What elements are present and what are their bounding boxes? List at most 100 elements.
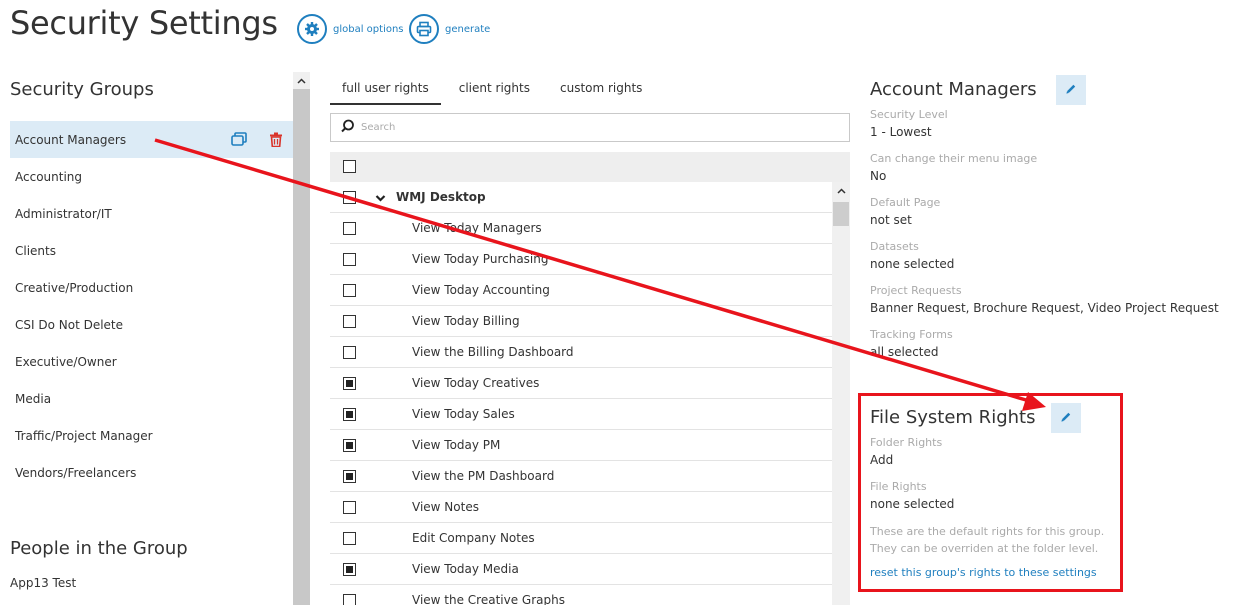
edit-account-button[interactable] xyxy=(1056,75,1086,105)
right-label: View Today PM xyxy=(412,438,501,452)
right-checkbox[interactable] xyxy=(343,532,356,545)
right-checkbox[interactable] xyxy=(343,284,356,297)
group-item-label: Accounting xyxy=(15,169,83,184)
account-panel-title: Account Managers xyxy=(870,79,1037,100)
file-rights-note: These are the default rights for this gr… xyxy=(870,523,1120,557)
right-label: View Today Purchasing xyxy=(412,252,549,266)
people-heading: People in the Group xyxy=(10,538,188,559)
right-checkbox[interactable] xyxy=(343,346,356,359)
right-checkbox[interactable] xyxy=(343,222,356,235)
copy-icon[interactable] xyxy=(231,132,247,150)
security-level-label: Security Level xyxy=(870,108,948,121)
group-item-administrator-it[interactable]: Administrator/IT xyxy=(10,195,293,232)
file-rights-value: none selected xyxy=(870,497,955,511)
group-item-label: CSI Do Not Delete xyxy=(15,317,124,332)
group-item-csi-do-not-delete[interactable]: CSI Do Not Delete xyxy=(10,306,293,343)
rights-tabs: full user rights client rights custom ri… xyxy=(330,78,654,105)
right-label: View Today Managers xyxy=(412,221,542,235)
default-page-value: not set xyxy=(870,213,912,227)
right-checkbox[interactable] xyxy=(343,594,356,605)
folder-rights-label: Folder Rights xyxy=(870,436,943,449)
right-row[interactable]: View Notes xyxy=(330,492,832,523)
pencil-icon xyxy=(1065,83,1077,98)
search-icon xyxy=(341,119,355,136)
right-label: View Today Creatives xyxy=(412,376,540,390)
trash-icon[interactable] xyxy=(269,132,283,150)
page-title: Security Settings xyxy=(10,4,278,42)
right-row[interactable]: View the Creative Graphs xyxy=(330,585,832,605)
group-item-label: Account Managers xyxy=(15,132,127,147)
search-input[interactable] xyxy=(361,122,821,133)
person-item[interactable]: App13 Test xyxy=(10,576,76,590)
right-checkbox[interactable] xyxy=(343,315,356,328)
rights-list: WMJ Desktop View Today Managers View Toda… xyxy=(330,182,832,605)
right-label: View Today Media xyxy=(412,562,519,576)
right-checkbox[interactable] xyxy=(343,501,356,514)
global-options-button[interactable]: global options xyxy=(297,14,404,44)
right-label: View the Creative Graphs xyxy=(412,593,565,605)
tab-client-rights[interactable]: client rights xyxy=(447,78,542,105)
group-item-vendors-freelancers[interactable]: Vendors/Freelancers xyxy=(10,454,293,491)
project-requests-value: Banner Request, Brochure Request, Video … xyxy=(870,301,1219,315)
groups-scrollbar[interactable] xyxy=(293,72,310,605)
note-line: They can be overriden at the folder leve… xyxy=(870,542,1099,555)
right-checkbox[interactable] xyxy=(343,470,356,483)
right-row[interactable]: View Today Creatives xyxy=(330,368,832,399)
menu-image-label: Can change their menu image xyxy=(870,152,1038,165)
right-label: View Notes xyxy=(412,500,479,514)
group-item-label: Creative/Production xyxy=(15,280,134,295)
project-requests-label: Project Requests xyxy=(870,284,962,297)
right-row[interactable]: View Today Managers xyxy=(330,213,832,244)
folder-rights-value: Add xyxy=(870,453,894,467)
right-label: View Today Accounting xyxy=(412,283,550,297)
right-checkbox[interactable] xyxy=(343,563,356,576)
right-label: View the Billing Dashboard xyxy=(412,345,574,359)
right-label: View Today Billing xyxy=(412,314,520,328)
scroll-up-arrow-icon[interactable] xyxy=(293,72,310,89)
edit-file-rights-button[interactable] xyxy=(1051,403,1081,433)
right-row[interactable]: View Today PM xyxy=(330,430,832,461)
reset-rights-link[interactable]: reset this group's rights to these setti… xyxy=(870,566,1097,579)
right-row[interactable]: View Today Purchasing xyxy=(330,244,832,275)
right-checkbox[interactable] xyxy=(343,439,356,452)
global-options-label: global options xyxy=(333,23,404,35)
right-label: View the PM Dashboard xyxy=(412,469,555,483)
group-item-label: Executive/Owner xyxy=(15,354,117,369)
right-checkbox[interactable] xyxy=(343,377,356,390)
printer-icon xyxy=(409,14,439,44)
chevron-down-icon[interactable] xyxy=(375,191,386,205)
tab-full-user-rights[interactable]: full user rights xyxy=(330,78,441,105)
right-checkbox[interactable] xyxy=(343,253,356,266)
datasets-label: Datasets xyxy=(870,240,919,253)
tab-custom-rights[interactable]: custom rights xyxy=(548,78,654,105)
datasets-value: none selected xyxy=(870,257,955,271)
select-all-checkbox[interactable] xyxy=(343,160,356,173)
right-row[interactable]: View Today Accounting xyxy=(330,275,832,306)
group-item-accounting[interactable]: Accounting xyxy=(10,158,293,195)
group-item-clients[interactable]: Clients xyxy=(10,232,293,269)
right-row[interactable]: View the PM Dashboard xyxy=(330,461,832,492)
scroll-thumb[interactable] xyxy=(833,202,849,226)
right-row[interactable]: View Today Sales xyxy=(330,399,832,430)
right-row[interactable]: View the Billing Dashboard xyxy=(330,337,832,368)
default-page-label: Default Page xyxy=(870,196,941,209)
group-item-creative-production[interactable]: Creative/Production xyxy=(10,269,293,306)
group-item-account-managers[interactable]: Account Managers xyxy=(10,121,293,158)
scroll-up-arrow-icon[interactable] xyxy=(832,182,850,200)
pencil-icon xyxy=(1060,411,1072,426)
rights-group-row[interactable]: WMJ Desktop xyxy=(330,182,832,213)
group-item-label: Traffic/Project Manager xyxy=(15,428,153,443)
rights-scrollbar[interactable] xyxy=(832,182,850,605)
generate-button[interactable]: generate xyxy=(409,14,490,44)
right-checkbox[interactable] xyxy=(343,408,356,421)
right-row[interactable]: View Today Media xyxy=(330,554,832,585)
search-box xyxy=(330,113,850,142)
group-item-media[interactable]: Media xyxy=(10,380,293,417)
right-row[interactable]: View Today Billing xyxy=(330,306,832,337)
menu-image-value: No xyxy=(870,169,887,183)
group-checkbox[interactable] xyxy=(343,191,356,204)
group-item-traffic-project-manager[interactable]: Traffic/Project Manager xyxy=(10,417,293,454)
group-item-executive-owner[interactable]: Executive/Owner xyxy=(10,343,293,380)
group-item-label: Vendors/Freelancers xyxy=(15,465,137,480)
right-row[interactable]: Edit Company Notes xyxy=(330,523,832,554)
